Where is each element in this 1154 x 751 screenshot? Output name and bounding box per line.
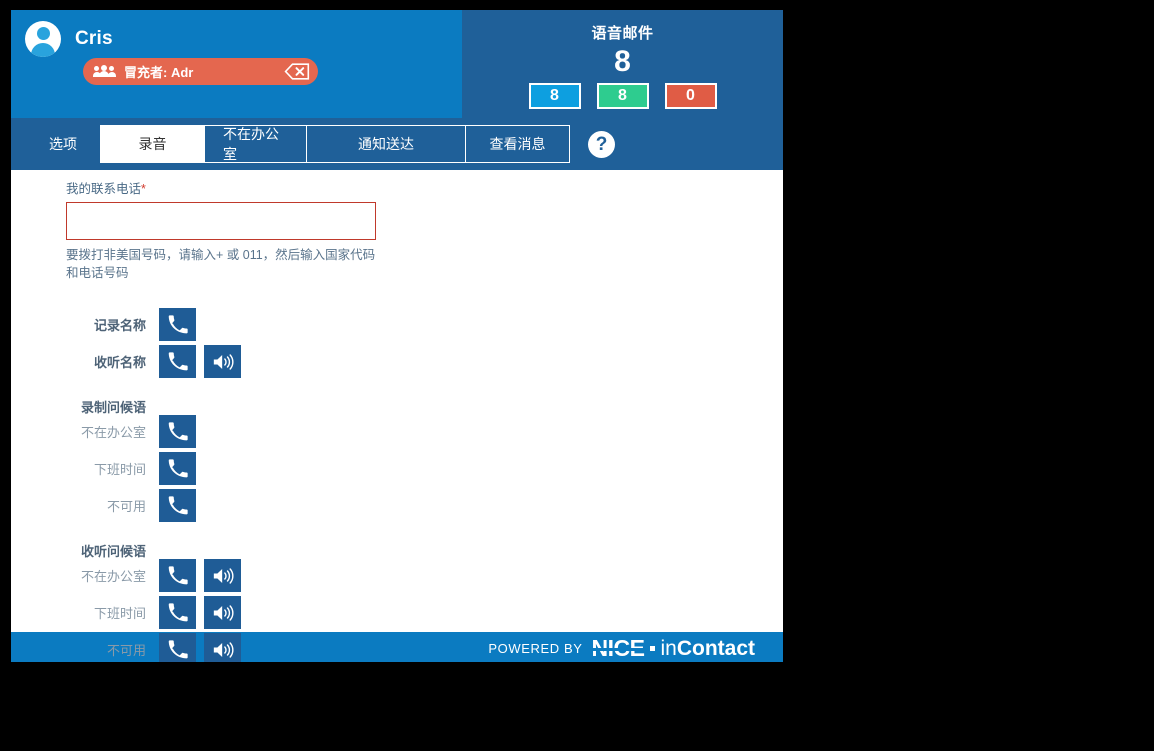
listen-unavailable-call-button[interactable] (159, 633, 196, 662)
row-label-listen-unavailable: 不可用 (106, 643, 146, 658)
impersonation-label: 冒充者: Adr (124, 65, 194, 80)
tab-notification-delivery[interactable]: 通知送达 (306, 125, 466, 163)
listen-after-hours-play-button[interactable] (204, 596, 241, 629)
required-asterisk: * (141, 182, 146, 196)
user-avatar-icon (25, 21, 61, 57)
row-label-record-name: 记录名称 (93, 318, 146, 333)
listen-greetings-header: 收听问候语 (80, 544, 146, 559)
row-listen-greeting-unavailable: 不可用 (11, 631, 783, 662)
voicemail-badge-saved[interactable]: 8 (596, 83, 649, 109)
listen-after-hours-call-button[interactable] (159, 596, 196, 629)
row-label-listen-name: 收听名称 (93, 355, 146, 370)
row-label-listen-out-of-office: 不在办公室 (80, 569, 146, 584)
contact-phone-label-text: 我的联系电话 (66, 182, 142, 196)
app-header: Cris 冒充者: Adr 语音邮件 8 8 8 0 (11, 10, 783, 118)
tab-view-messages[interactable]: 查看消息 (465, 125, 570, 163)
row-label-listen-after-hours: 下班时间 (93, 606, 146, 621)
voicemail-badge-urgent[interactable]: 0 (664, 83, 717, 109)
row-label-record-after-hours: 下班时间 (93, 462, 146, 477)
voicemail-total-count: 8 (614, 45, 631, 78)
help-icon[interactable]: ? (588, 130, 615, 158)
listen-out-of-office-call-button[interactable] (159, 559, 196, 592)
listen-unavailable-play-button[interactable] (204, 633, 241, 662)
nice-logo: NICE (591, 634, 645, 661)
row-label-record-unavailable: 不可用 (106, 499, 146, 514)
tab-recording[interactable]: 录音 (100, 125, 205, 163)
voicemail-app-window: Cris 冒充者: Adr 语音邮件 8 8 8 0 选项 录音 不在办公室 通… (11, 10, 783, 662)
voicemail-title: 语音邮件 (591, 25, 654, 42)
contact-phone-hint: 要拨打非美国号码，请输入+ 或 011，然后输入国家代码和电话号码 (66, 248, 376, 280)
record-greetings-header: 录制问候语 (80, 400, 146, 415)
tab-out-of-office[interactable]: 不在办公室 (204, 125, 307, 163)
row-record-greeting-unavailable: 不可用 (11, 487, 783, 524)
impersonation-badge[interactable]: 冒充者: Adr (83, 58, 318, 85)
row-listen-greeting-after-hours: 下班时间 (11, 594, 783, 631)
voicemail-badge-new[interactable]: 8 (528, 83, 581, 109)
delete-x-icon[interactable] (284, 63, 310, 80)
header-user-panel: Cris 冒充者: Adr (11, 10, 462, 118)
contact-phone-field-block: 我的联系电话* 要拨打非美国号码，请输入+ 或 011，然后输入国家代码和电话号… (66, 178, 386, 282)
user-name: Cris (75, 28, 113, 49)
listen-name-call-button[interactable] (159, 345, 196, 378)
row-record-greeting-out-of-office: 不在办公室 (11, 413, 783, 450)
tab-options-label[interactable]: 选项 (25, 134, 101, 154)
listen-name-play-button[interactable] (204, 345, 241, 378)
voicemail-summary-panel: 语音邮件 8 8 8 0 (462, 10, 783, 118)
record-unavailable-call-button[interactable] (159, 489, 196, 522)
people-group-icon (93, 65, 116, 78)
record-name-call-button[interactable] (159, 308, 196, 341)
row-label-record-out-of-office: 不在办公室 (80, 425, 146, 440)
record-after-hours-call-button[interactable] (159, 452, 196, 485)
record-out-of-office-call-button[interactable] (159, 415, 196, 448)
row-listen-name: 收听名称 (11, 343, 783, 380)
contact-phone-label: 我的联系电话* (66, 178, 386, 197)
contact-phone-input[interactable] (66, 202, 376, 240)
row-record-name: 记录名称 (11, 306, 783, 343)
voicemail-badge-group: 8 8 0 (462, 83, 783, 109)
main-content: 我的联系电话* 要拨打非美国号码，请输入+ 或 011，然后输入国家代码和电话号… (11, 170, 783, 662)
row-record-greeting-after-hours: 下班时间 (11, 450, 783, 487)
user-row: Cris (11, 10, 462, 57)
row-listen-greeting-out-of-office: 不在办公室 (11, 557, 783, 594)
action-rows: 记录名称 收听名称 录制问候语 不在办公室 下班时间 不可用 收听问候语 不在办… (11, 306, 783, 662)
listen-out-of-office-play-button[interactable] (204, 559, 241, 592)
tab-bar: 选项 录音 不在办公室 通知送达 查看消息 ? (11, 118, 783, 170)
